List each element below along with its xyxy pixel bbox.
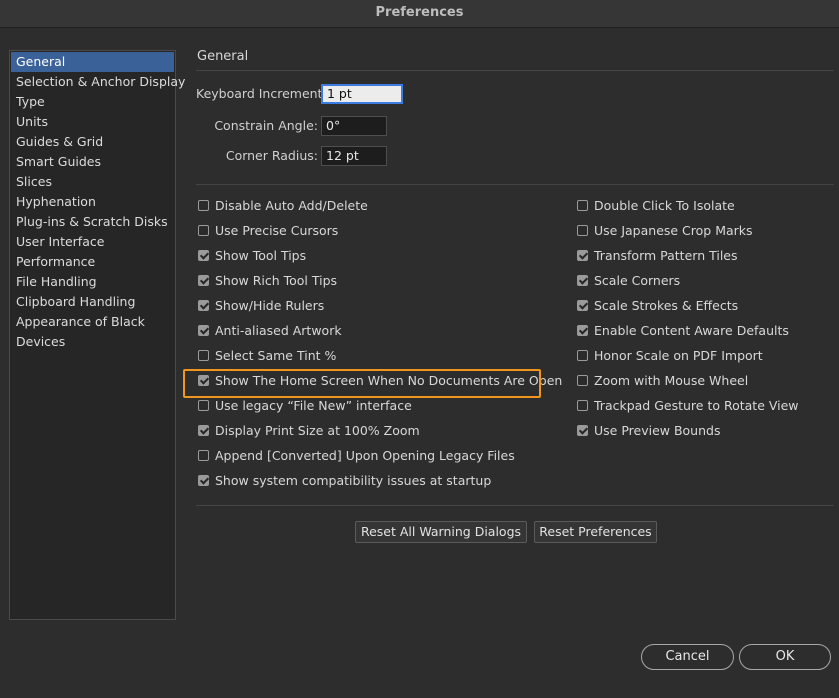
option-label: Use Preview Bounds [594, 423, 721, 438]
sidebar-item-units[interactable]: Units [11, 112, 174, 132]
sidebar-item-plug-ins-scratch-disks[interactable]: Plug-ins & Scratch Disks [11, 212, 174, 232]
option-label: Double Click To Isolate [594, 198, 735, 213]
checkbox-checked[interactable] [577, 275, 588, 286]
option-label: Show Rich Tool Tips [215, 273, 338, 288]
sidebar-item-general[interactable]: General [11, 52, 174, 72]
checkbox-checked[interactable] [198, 250, 209, 261]
reset-all-warning-dialogs-button[interactable]: Reset All Warning Dialogs [355, 521, 527, 543]
checkbox[interactable] [198, 200, 209, 211]
checkbox-checked[interactable] [577, 425, 588, 436]
ok-button[interactable]: OK [739, 644, 831, 670]
option-label: Show/Hide Rulers [215, 298, 325, 313]
checkbox[interactable] [577, 400, 588, 411]
option-label: Use legacy “File New” interface [215, 398, 412, 413]
checkbox[interactable] [198, 450, 209, 461]
option-label: Show system compatibility issues at star… [215, 473, 492, 488]
sidebar-item-guides-grid[interactable]: Guides & Grid [11, 132, 174, 152]
option-label: Anti-aliased Artwork [215, 323, 342, 338]
checkbox-checked[interactable] [198, 300, 209, 311]
sidebar-item-slices[interactable]: Slices [11, 172, 174, 192]
checkbox[interactable] [198, 225, 209, 236]
checkbox-checked[interactable] [198, 275, 209, 286]
sidebar-item-type[interactable]: Type [11, 92, 174, 112]
option-label: Append [Converted] Upon Opening Legacy F… [215, 448, 515, 463]
option-label: Scale Strokes & Effects [594, 298, 739, 313]
option-label: Enable Content Aware Defaults [594, 323, 789, 338]
option-label: Show Tool Tips [215, 248, 307, 263]
divider [196, 505, 834, 506]
checkbox-checked[interactable] [198, 475, 209, 486]
option-label: Use Japanese Crop Marks [594, 223, 753, 238]
checkbox-checked[interactable] [577, 300, 588, 311]
checkbox-checked[interactable] [198, 325, 209, 336]
window-title: Preferences [0, 0, 839, 28]
sidebar-item-hyphenation[interactable]: Hyphenation [11, 192, 174, 212]
option-label: Honor Scale on PDF Import [594, 348, 763, 363]
checkbox[interactable] [577, 225, 588, 236]
sidebar-item-appearance-of-black[interactable]: Appearance of Black [11, 312, 174, 332]
sidebar-item-clipboard-handling[interactable]: Clipboard Handling [11, 292, 174, 312]
divider [196, 70, 834, 71]
option-label: Zoom with Mouse Wheel [594, 373, 749, 388]
checkbox[interactable] [577, 375, 588, 386]
keyboard-increment-input[interactable]: 1 pt [321, 84, 403, 104]
checkbox-checked[interactable] [577, 325, 588, 336]
highlight-annotation [183, 369, 541, 398]
sidebar-item-smart-guides[interactable]: Smart Guides [11, 152, 174, 172]
corner-radius-input[interactable]: 12 pt [321, 146, 387, 166]
checkbox[interactable] [198, 400, 209, 411]
checkbox[interactable] [577, 200, 588, 211]
option-label: Scale Corners [594, 273, 681, 288]
option-label: Trackpad Gesture to Rotate View [594, 398, 799, 413]
checkbox[interactable] [198, 350, 209, 361]
constrain-angle-label: Constrain Angle: [214, 118, 318, 133]
cancel-button[interactable]: Cancel [641, 644, 734, 670]
option-label: Use Precise Cursors [215, 223, 339, 238]
constrain-angle-input[interactable]: 0° [321, 116, 387, 136]
reset-preferences-button[interactable]: Reset Preferences [534, 521, 657, 543]
option-label: Disable Auto Add/Delete [215, 198, 368, 213]
option-label: Transform Pattern Tiles [594, 248, 738, 263]
sidebar-item-file-handling[interactable]: File Handling [11, 272, 174, 292]
checkbox-checked[interactable] [577, 250, 588, 261]
corner-radius-label: Corner Radius: [225, 148, 318, 163]
checkbox[interactable] [577, 350, 588, 361]
sidebar-item-devices[interactable]: Devices [11, 332, 174, 352]
option-label: Display Print Size at 100% Zoom [215, 423, 420, 438]
keyboard-increment-label: Keyboard Increment: [196, 86, 327, 101]
preferences-sidebar: General Selection & Anchor Display Type Uni… [9, 50, 185, 620]
sidebar-item-selection-anchor-display[interactable]: Selection & Anchor Display [11, 72, 185, 92]
sidebar-item-performance[interactable]: Performance [11, 252, 174, 272]
sidebar-item-user-interface[interactable]: User Interface [11, 232, 174, 252]
divider [196, 184, 834, 185]
checkbox-checked[interactable] [198, 425, 209, 436]
option-label: Select Same Tint % [215, 348, 337, 363]
section-title: General [197, 49, 249, 64]
